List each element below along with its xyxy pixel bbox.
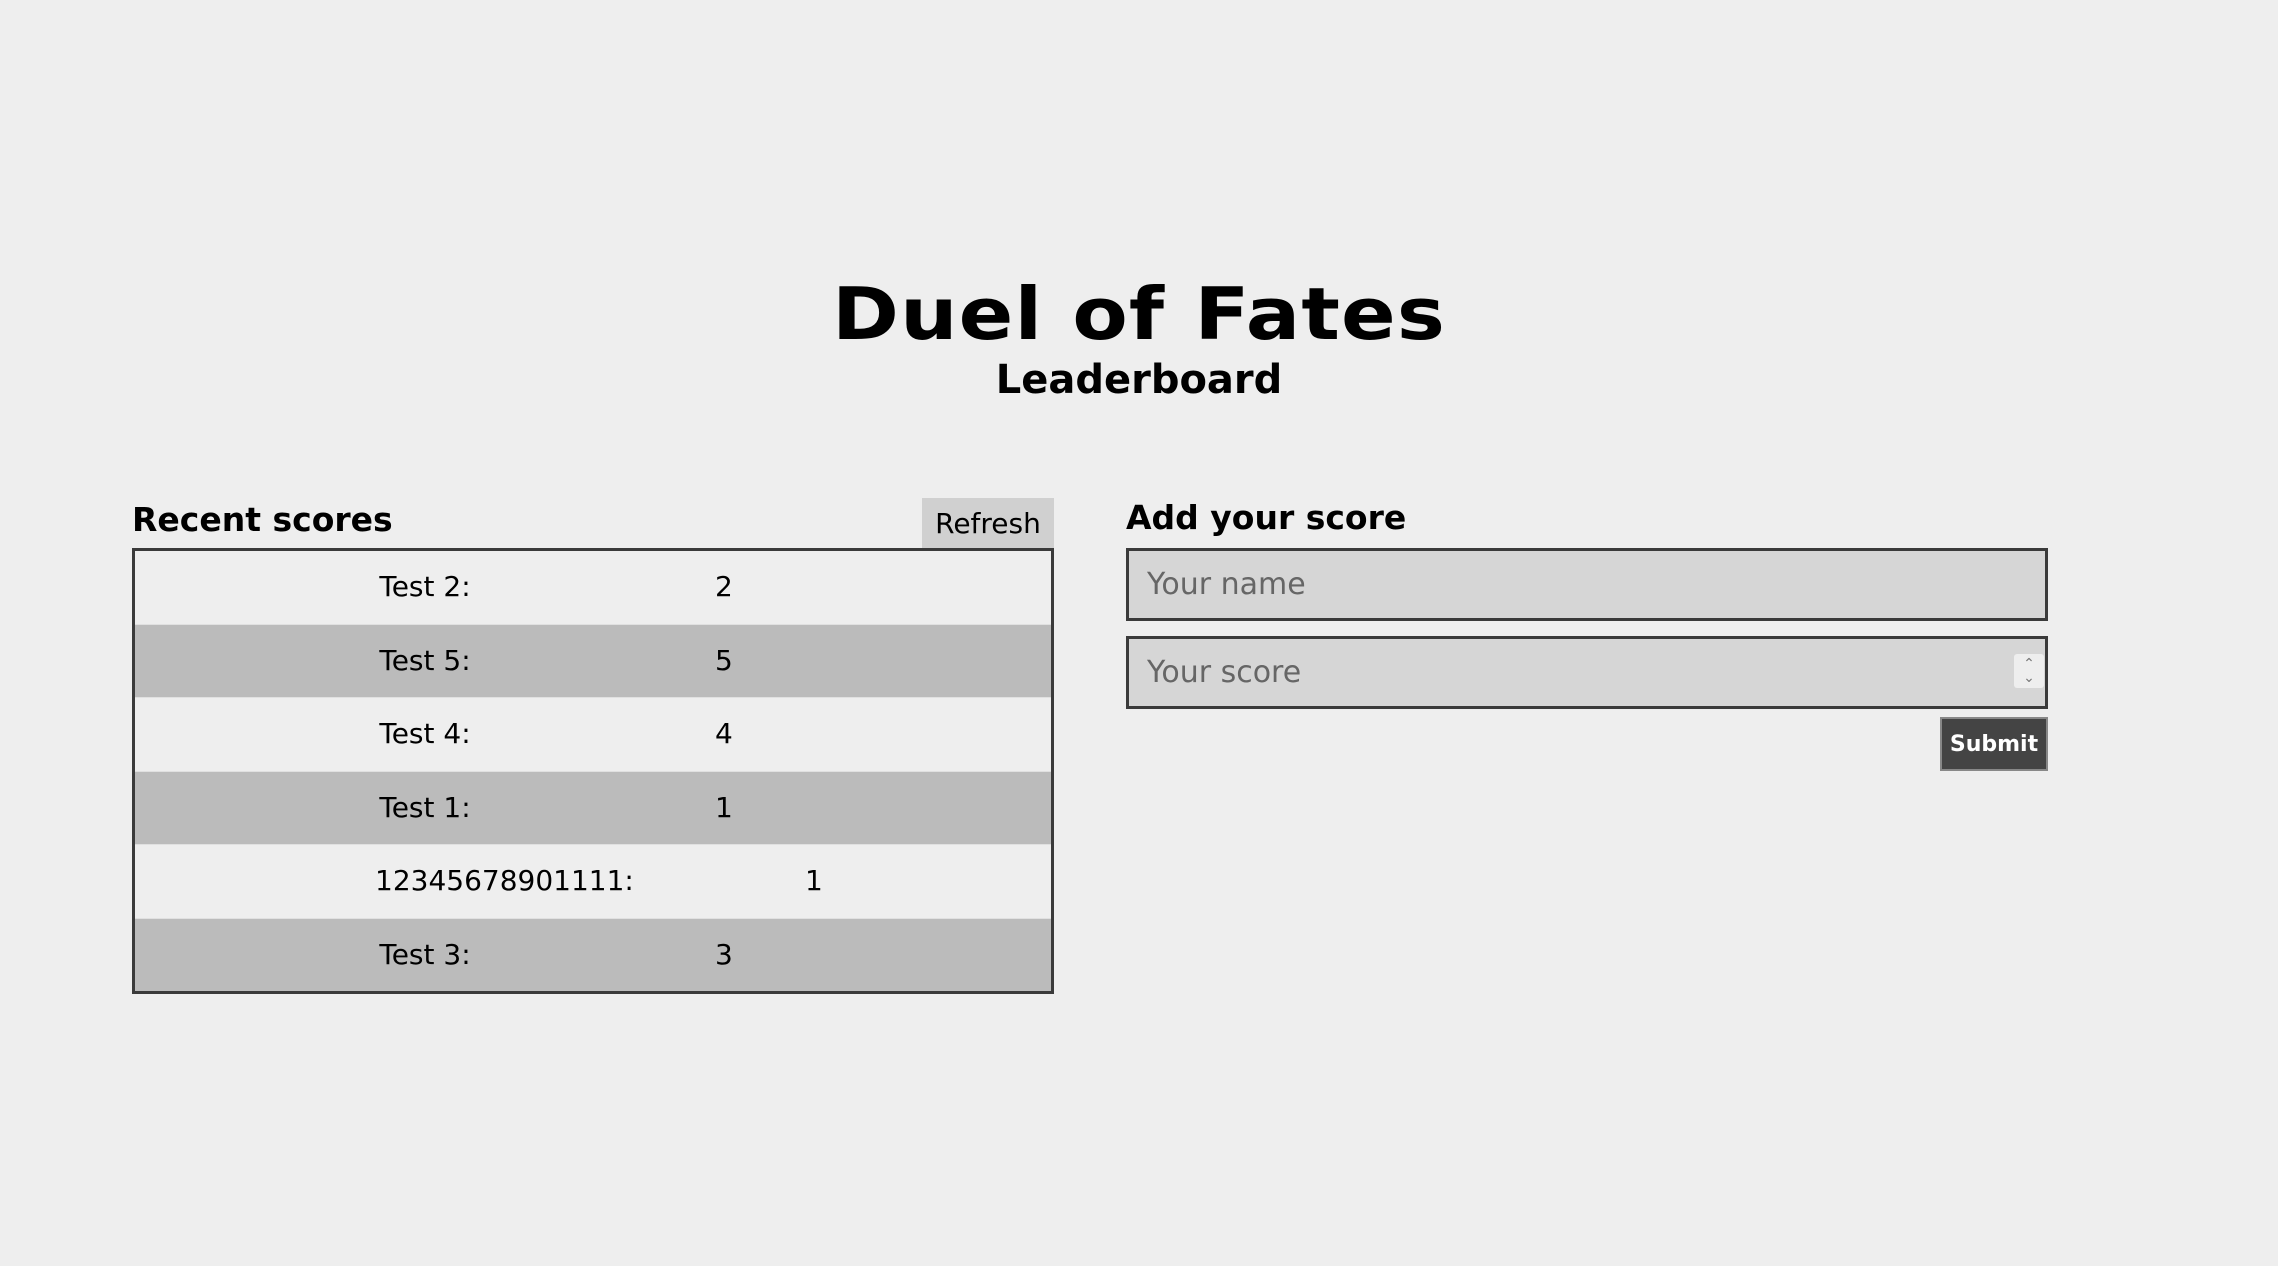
table-row: Test 1: 1 [135,770,1051,844]
score-name: Test 3: [379,937,471,971]
score-name: Test 1: [379,790,471,824]
add-score-title: Add your score [1126,498,1407,537]
table-row: 12345678901111: 1 [135,844,1051,918]
score-input[interactable] [1126,636,2048,709]
recent-scores-header: Recent scores Refresh [132,496,1054,548]
recent-scores-title: Recent scores [132,500,393,539]
add-score-panel: Add your score ⌃ ⌄ Submit [1126,496,2048,777]
score-name: 12345678901111: [375,864,634,897]
page-header: Duel of Fates Leaderboard [0,272,2278,404]
score-name: Test 4: [379,717,471,750]
submit-button[interactable]: Submit [1940,717,2048,771]
recent-scores-panel: Recent scores Refresh Test 2: 2 Test 5: … [132,496,1054,994]
chevron-up-icon[interactable]: ⌃ [2023,657,2035,671]
score-field-wrapper: ⌃ ⌄ [1126,636,2048,709]
score-name: Test 2: [379,570,471,603]
score-value: 1 [715,790,733,824]
number-stepper[interactable]: ⌃ ⌄ [2014,654,2044,688]
score-value: 2 [715,570,733,603]
submit-row: Submit [1126,717,2048,777]
app-title: Duel of Fates [832,272,1446,356]
score-value: 1 [805,864,823,897]
score-value: 3 [715,937,733,971]
name-input[interactable] [1126,548,2048,621]
table-row: Test 5: 5 [135,623,1051,697]
score-value: 4 [715,717,733,750]
table-row: Test 2: 2 [135,551,1051,624]
scores-table: Test 2: 2 Test 5: 5 Test 4: 4 Test 1: 1 … [132,548,1054,994]
page-subtitle: Leaderboard [995,357,1283,403]
page: Duel of Fates Leaderboard Recent scores … [0,0,2278,1266]
table-row: Test 3: 3 [135,917,1051,991]
chevron-down-icon[interactable]: ⌄ [2023,671,2035,685]
refresh-button[interactable]: Refresh [922,498,1054,548]
table-row: Test 4: 4 [135,697,1051,771]
score-name: Test 5: [379,643,471,677]
score-value: 5 [715,643,733,677]
